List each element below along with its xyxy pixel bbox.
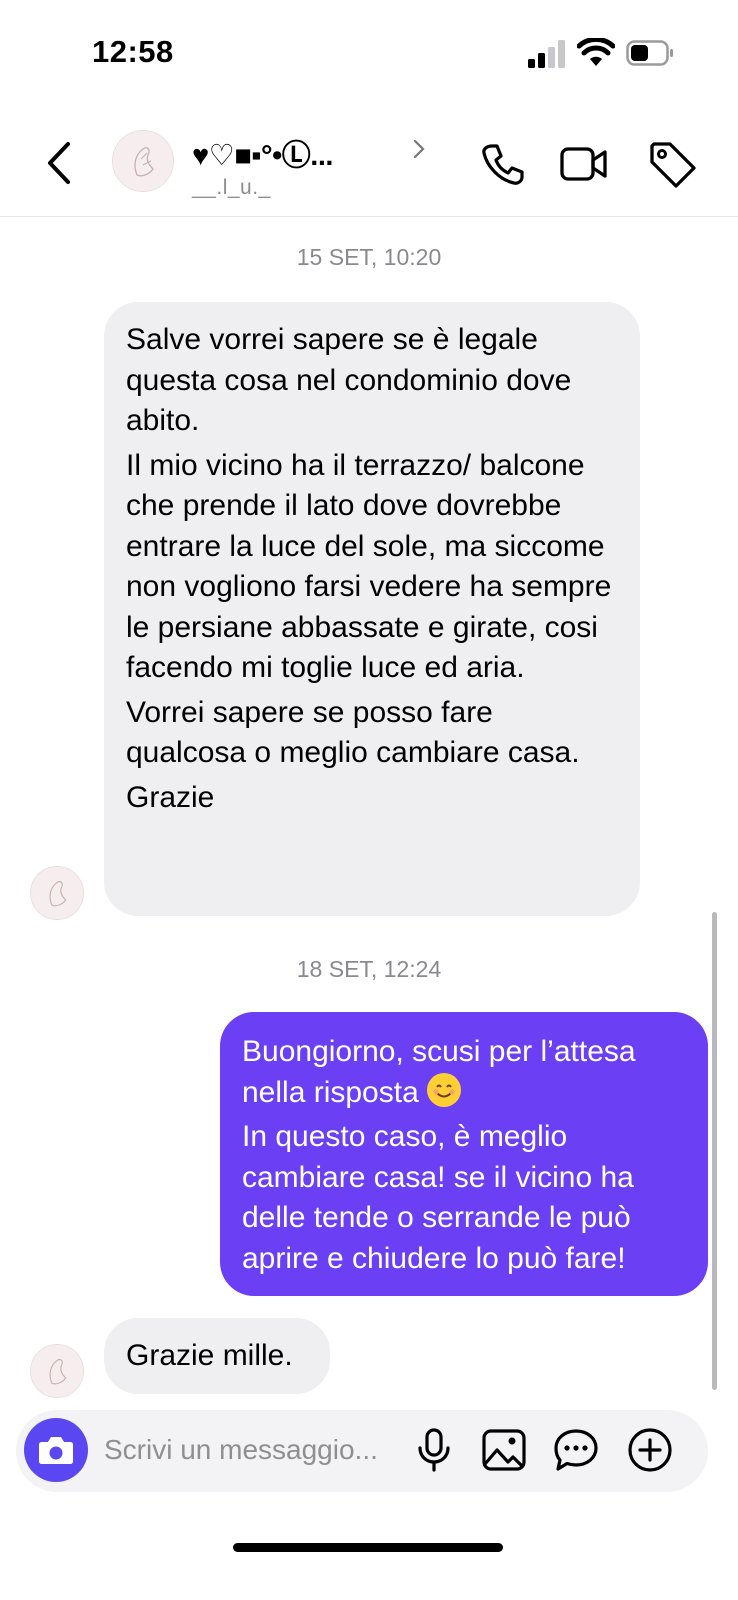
message-paragraph: Buongiorno, scusi per l’attesa nella ris… — [242, 1032, 688, 1113]
wifi-icon — [577, 38, 615, 66]
message-paragraph: Salve vorrei sapere se è legale questa c… — [126, 323, 572, 437]
mic-icon[interactable] — [410, 1426, 458, 1474]
timestamp-1: 15 SET, 10:20 — [296, 244, 442, 270]
status-time: 12:58 — [92, 34, 174, 69]
back-icon[interactable] — [40, 138, 80, 188]
contact-name: ♥♡■▪︎°•Ⓛ... — [192, 140, 333, 172]
plus-icon[interactable] — [626, 1426, 674, 1474]
battery-icon — [626, 40, 673, 66]
sender-avatar[interactable] — [30, 866, 84, 920]
sticker-icon[interactable] — [552, 1426, 600, 1474]
home-indicator — [233, 1543, 503, 1552]
message-paragraph: Vorrei sapere se posso fare qualcosa o m… — [126, 695, 580, 770]
contact-avatar[interactable] — [112, 130, 174, 192]
tag-icon[interactable] — [648, 140, 696, 188]
video-icon[interactable] — [560, 140, 608, 188]
gallery-icon[interactable] — [480, 1426, 528, 1474]
avatar-illustration-icon — [113, 131, 173, 191]
contact-handle: __.l_u._ — [192, 176, 271, 199]
timestamp-2: 18 SET, 12:24 — [296, 956, 442, 982]
message-paragraph: Grazie — [126, 780, 215, 814]
contact-info[interactable]: ♥♡■▪︎°•Ⓛ... __.l_u._ — [192, 132, 432, 202]
received-message-2[interactable]: Grazie mille. — [104, 1318, 330, 1394]
received-message-1[interactable]: Salve vorrei sapere se è legale questa c… — [104, 302, 640, 916]
message-paragraph: Grazie mille. — [126, 1339, 293, 1372]
avatar-illustration-icon — [31, 867, 83, 919]
call-icon[interactable] — [478, 140, 526, 188]
message-paragraph: Il mio vicino ha il terrazzo/ balcone ch… — [126, 448, 612, 685]
signal-icon — [528, 40, 565, 68]
sender-avatar[interactable] — [30, 1344, 84, 1398]
camera-icon — [39, 1437, 73, 1464]
chevron-right-icon — [413, 139, 425, 159]
scrollbar[interactable] — [712, 912, 717, 1390]
smiling-face-emoji-icon — [427, 1072, 462, 1107]
sent-message[interactable]: Buongiorno, scusi per l’attesa nella ris… — [220, 1012, 708, 1296]
status-bar: 12:58 — [0, 0, 738, 100]
message-input[interactable] — [104, 1430, 404, 1470]
avatar-illustration-icon — [31, 1345, 83, 1397]
message-paragraph: In questo caso, è meglio cambiare casa! … — [242, 1120, 634, 1275]
camera-button[interactable] — [24, 1418, 88, 1482]
chat-header: ♥♡■▪︎°•Ⓛ... __.l_u._ — [0, 110, 738, 217]
message-composer — [16, 1410, 708, 1492]
